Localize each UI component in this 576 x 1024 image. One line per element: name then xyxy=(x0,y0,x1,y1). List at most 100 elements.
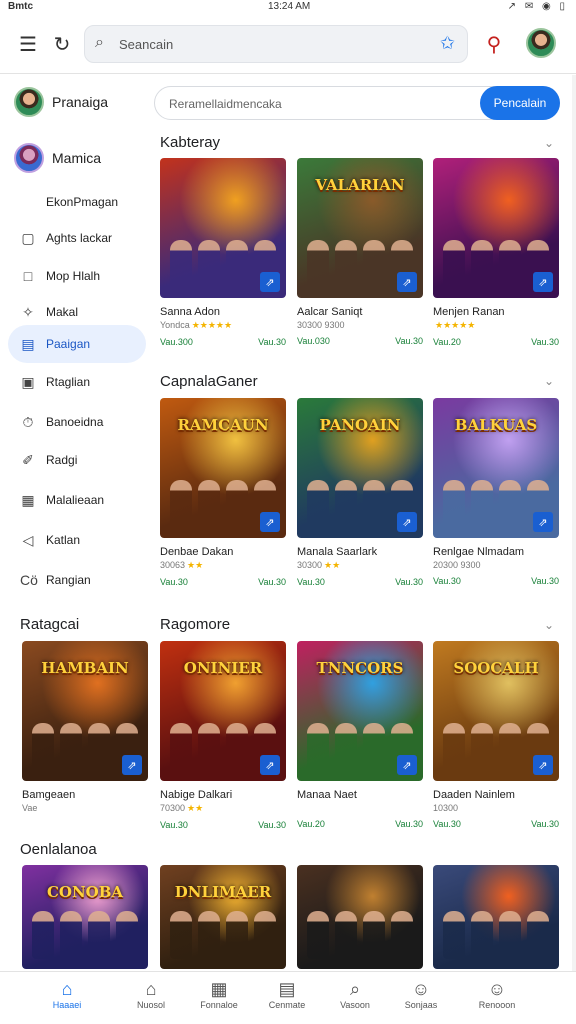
nav-item[interactable]: ▦ Fonnaloe xyxy=(184,978,254,1010)
game-card[interactable]: HAMBAIN ⇗ Bamgeaen Vae xyxy=(22,641,148,819)
game-thumbnail[interactable] xyxy=(433,865,559,969)
game-meta: 30063 ★★ xyxy=(160,560,286,571)
notification-icon[interactable]: ⚲ xyxy=(480,30,508,58)
section-title: CapnalaGaner xyxy=(160,373,258,390)
nav-item[interactable]: ⌂ Nuosol xyxy=(116,978,186,1010)
sidebar-item[interactable]: ◁ Katlan xyxy=(8,521,146,559)
game-thumbnail[interactable] xyxy=(297,865,423,969)
search-bar[interactable]: ⌕ Seancain ✩ xyxy=(84,25,468,63)
game-thumbnail[interactable]: SOOCALH ⇗ xyxy=(433,641,559,781)
game-card[interactable]: ONINIER ⇗ Nabige Dalkari 70300 ★★ Vau.30 Vau.3… xyxy=(160,641,286,830)
game-thumbnail[interactable]: VALARIAN ⇗ xyxy=(297,158,423,298)
game-logo-text: ONINIER xyxy=(183,659,263,677)
price-secondary: Vau.30 xyxy=(258,820,286,830)
refresh-icon[interactable]: ↻ xyxy=(48,30,76,58)
game-card[interactable]: TNNCORS ⇗ Manaa Naet Vau.20 Vau.30 xyxy=(297,641,423,829)
price-secondary: Vau.30 xyxy=(395,819,423,829)
secondary-search-button[interactable]: Pencalain xyxy=(480,86,560,120)
nav-item[interactable]: ☺ Renooon xyxy=(462,978,532,1010)
game-thumbnail[interactable]: CONOBA xyxy=(22,865,148,969)
game-thumbnail[interactable]: ⇗ xyxy=(433,158,559,298)
sidebar-item[interactable]: EkonPmagan xyxy=(8,183,146,221)
game-thumbnail[interactable]: ONINIER ⇗ xyxy=(160,641,286,781)
price-row: Vau.300 Vau.30 xyxy=(160,337,286,347)
game-card[interactable]: VALARIAN ⇗ Aalcar Saniqt 30300 9300 Vau.030 V… xyxy=(297,158,423,346)
chevron-down-icon[interactable]: ⌄ xyxy=(544,136,554,150)
sidebar-item[interactable]: ▦ Malalieaan xyxy=(8,481,146,519)
game-card[interactable]: SOOCALH ⇗ Daaden Nainlem 10300 Vau.30 Vau.30 xyxy=(433,641,559,829)
sidebar-item[interactable]: □ Mop Hlalh xyxy=(8,257,146,295)
sidebar-item-label: Aghts lackar xyxy=(46,231,113,245)
character-figure xyxy=(443,911,465,959)
status-left: Bmtc xyxy=(8,1,34,12)
sidebar-item[interactable]: ▤ Paaigan xyxy=(8,325,146,363)
platform-badge-icon: ⇗ xyxy=(260,272,280,292)
sidebar-item-icon: ▤ xyxy=(21,335,35,352)
character-figure xyxy=(335,480,357,528)
game-thumbnail[interactable]: ⇗ xyxy=(160,158,286,298)
game-thumbnail[interactable]: PANOAIN ⇗ xyxy=(297,398,423,538)
game-card[interactable] xyxy=(433,865,559,969)
profile-primary[interactable]: Pranaiga xyxy=(14,87,108,117)
nav-icon: ⌕ xyxy=(349,979,361,999)
nav-item[interactable]: ⌂ Haaaei xyxy=(32,978,102,1010)
game-meta: 30300 9300 xyxy=(297,320,423,330)
user-avatar[interactable] xyxy=(526,28,556,58)
sidebar-item[interactable]: ▣ Rtaglian xyxy=(8,363,146,401)
game-card[interactable] xyxy=(297,865,423,969)
sidebar-item[interactable]: ⏱ Banoeidna xyxy=(8,403,146,441)
star-icon[interactable]: ✩ xyxy=(440,33,455,54)
nav-item[interactable]: ☺ Sonjaas xyxy=(386,978,456,1010)
character-figure xyxy=(471,480,493,528)
character-figure xyxy=(88,911,110,959)
menu-icon[interactable]: ☰ xyxy=(14,30,42,58)
character-figure xyxy=(226,911,248,959)
character-figure xyxy=(307,240,329,288)
sidebar-item[interactable]: ▢ Aghts lackar xyxy=(8,219,146,257)
price-secondary: Vau.30 xyxy=(258,577,286,587)
nav-item[interactable]: ⌕ Vasoon xyxy=(320,978,390,1010)
game-card[interactable]: BALKUAS ⇗ Renlgae Nlmadam 20300 9300 Vau.30 V… xyxy=(433,398,559,586)
game-card[interactable]: DNLIMAER xyxy=(160,865,286,969)
character-figure xyxy=(527,911,549,959)
game-thumbnail[interactable]: RAMCAUN ⇗ xyxy=(160,398,286,538)
sidebar-item-icon: ▣ xyxy=(21,373,35,390)
status-time: 13:24 AM xyxy=(268,1,311,12)
sidebar-item-icon: ▦ xyxy=(21,491,35,508)
profile-secondary[interactable]: Mamica xyxy=(14,143,101,173)
game-card[interactable]: ⇗ Sanna Adon Yondca ★★★★★ Vau.300 Vau.30 xyxy=(160,158,286,347)
platform-badge-icon: ⇗ xyxy=(122,755,142,775)
scrollbar-track[interactable] xyxy=(572,75,576,971)
sidebar-item-label: Radgi xyxy=(46,453,78,467)
sidebar: Pranaiga Mamica EkonPmagan ▢ Aghts lackar □… xyxy=(0,75,150,971)
sidebar-item[interactable]: ✐ Radgi xyxy=(8,441,146,479)
character-figure xyxy=(335,911,357,959)
chevron-down-icon[interactable]: ⌄ xyxy=(544,374,554,388)
character-figure xyxy=(471,240,493,288)
game-meta: 30300 ★★ xyxy=(297,560,423,571)
game-thumbnail[interactable]: BALKUAS ⇗ xyxy=(433,398,559,538)
sidebar-item-label: EkonPmagan xyxy=(46,195,119,209)
avatar xyxy=(14,87,44,117)
game-thumbnail[interactable]: DNLIMAER xyxy=(160,865,286,969)
sidebar-item-icon: ⏱ xyxy=(22,413,34,430)
secondary-search-placeholder: Reramellaidmencaka xyxy=(169,97,282,111)
nav-item[interactable]: ▤ Cenmate xyxy=(252,978,322,1010)
chevron-down-icon[interactable]: ⌄ xyxy=(544,618,554,632)
nav-label: Nuosol xyxy=(136,1000,165,1010)
character-figure xyxy=(307,911,329,959)
game-thumbnail[interactable]: TNNCORS ⇗ xyxy=(297,641,423,781)
game-card[interactable]: PANOAIN ⇗ Manala Saarlark 30300 ★★ Vau.30 Vau.… xyxy=(297,398,423,587)
game-card[interactable]: ⇗ Menjen Ranan ★★★★★ Vau.20 Vau.30 xyxy=(433,158,559,347)
sidebar-item[interactable]: Cö Rangian xyxy=(8,561,146,599)
secondary-search[interactable]: Reramellaidmencaka Pencalain xyxy=(154,86,560,120)
nav-icon: ▦ xyxy=(210,979,228,999)
game-card[interactable]: CONOBA xyxy=(22,865,148,969)
game-thumbnail[interactable]: HAMBAIN ⇗ xyxy=(22,641,148,781)
platform-badge-icon: ⇗ xyxy=(260,755,280,775)
sidebar-item-label: Katlan xyxy=(46,533,81,547)
game-card[interactable]: RAMCAUN ⇗ Denbae Dakan 30063 ★★ Vau.30 Vau.30 xyxy=(160,398,286,587)
sidebar-item-icon: ▢ xyxy=(21,229,35,246)
character-figure xyxy=(335,240,357,288)
rating-stars: ★★★★★ xyxy=(435,320,476,330)
